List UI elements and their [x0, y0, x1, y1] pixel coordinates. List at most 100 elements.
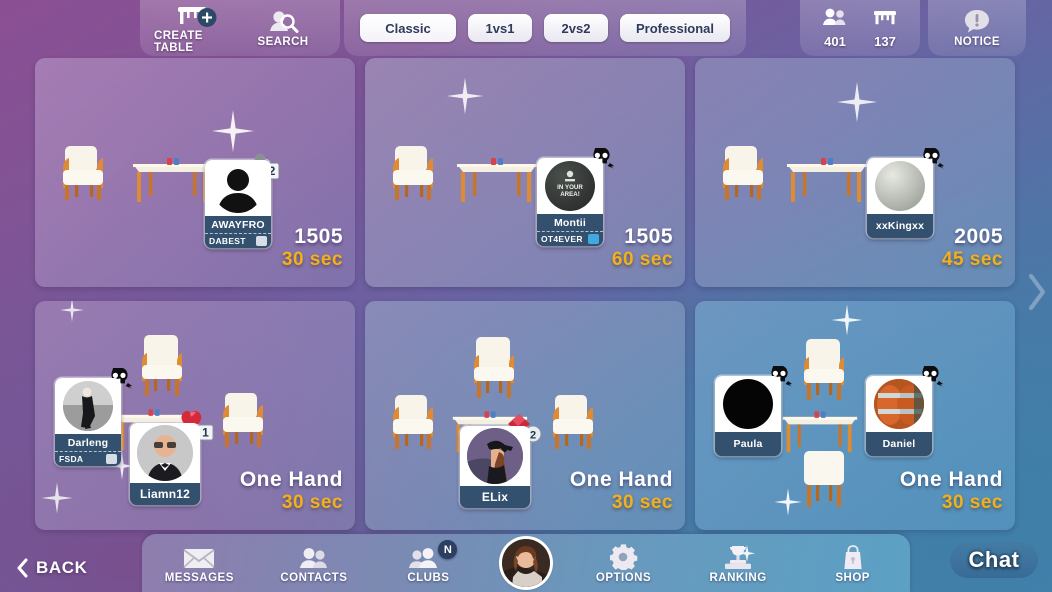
seat-inner: Daniel: [866, 376, 932, 456]
nav-item-clubs[interactable]: N CLUBS: [376, 534, 480, 592]
search-button[interactable]: SEARCH: [240, 0, 326, 56]
player-name: Darleng: [55, 434, 121, 451]
avatar: [55, 378, 121, 434]
club-emblem-icon: [588, 234, 599, 244]
create-table-label: CREATE TABLE: [154, 29, 203, 54]
avatar: IN YOUR AREA!: [537, 158, 603, 214]
table-timer: 30 sec: [941, 492, 1003, 513]
player-name: Liamn12: [130, 483, 200, 505]
seat-inner: Darleng FSDA: [55, 378, 121, 466]
table-card[interactable]: IN YOUR AREA! Montii OT4EVER 1505 60 sec: [365, 58, 685, 287]
table-card[interactable]: 2 ELix One Hand 30 sec: [365, 301, 685, 530]
bottom-nav-bar: MESSAGES CONTACTS N CLUBS OPTIONS RANKIN…: [142, 534, 910, 592]
player-club: FSDA: [59, 454, 84, 464]
player-name: Montii: [537, 214, 603, 231]
svg-text:1: 1: [202, 425, 209, 439]
chevron-right-icon[interactable]: [1026, 272, 1048, 312]
table-card[interactable]: Darleng FSDA 1 Liamn12 One Hand 30 sec: [35, 301, 355, 530]
table-stakes: 1505: [294, 225, 343, 248]
nav-label: CLUBS: [407, 572, 450, 584]
sparkle-icon: [446, 77, 484, 115]
nav-item-options[interactable]: OPTIONS: [572, 534, 676, 592]
create-table-button[interactable]: CREATE TABLE: [154, 0, 240, 56]
chair-icon: [723, 146, 763, 200]
player-seat[interactable]: Paula: [715, 366, 792, 456]
podium-icon: [721, 542, 756, 570]
tables-open-counter[interactable]: 137: [860, 0, 910, 56]
player-seat[interactable]: Darleng FSDA: [55, 368, 132, 466]
players-online-value: 401: [824, 34, 846, 49]
club-emblem-icon: [256, 236, 267, 246]
player-seat[interactable]: IN YOUR AREA! Montii OT4EVER: [537, 148, 614, 246]
player-club-row: OT4EVER: [537, 231, 603, 246]
chat-label: Chat: [968, 547, 1020, 572]
back-label: BACK: [36, 558, 88, 577]
nav-item-shop[interactable]: SHOP: [801, 534, 905, 592]
player-seat[interactable]: 2 AWAYFRO DABEST: [205, 153, 280, 248]
poker-table-icon: [787, 158, 867, 202]
table-stakes: 2005: [954, 225, 1003, 248]
profile-avatar[interactable]: [501, 539, 550, 587]
player-name: AWAYFRO: [205, 216, 271, 233]
filter-classic[interactable]: Classic: [360, 14, 456, 42]
sparkle-icon: [60, 301, 84, 322]
nav-label: CONTACTS: [280, 572, 348, 584]
poker-table-icon: [782, 411, 858, 453]
game-lobby-screen: CREATE TABLE SEARCH Classic 1vs1 2vs2 Pr…: [0, 0, 1052, 592]
player-club: DABEST: [209, 236, 246, 246]
filter-professional[interactable]: Professional: [620, 14, 731, 42]
seat-inner: Liamn12: [130, 423, 200, 505]
table-stakes: One Hand: [899, 468, 1003, 491]
table-timer: 30 sec: [281, 249, 343, 270]
seat-inner: IN YOUR AREA! Montii OT4EVER: [537, 158, 603, 246]
notice-button[interactable]: NOTICE: [934, 0, 1020, 56]
table-timer: 30 sec: [611, 492, 673, 513]
players-online-counter[interactable]: 401: [810, 0, 860, 56]
gear-icon: [609, 542, 638, 570]
table-card[interactable]: Paula Daniel One Hand 30 sec: [695, 301, 1015, 530]
chair-icon: [393, 146, 433, 200]
notice-label: NOTICE: [954, 35, 1000, 48]
filter-2vs2[interactable]: 2vs2: [544, 14, 608, 42]
player-club-row: DABEST: [205, 233, 271, 248]
contacts-icon: [297, 542, 331, 570]
nav-label: SHOP: [835, 572, 870, 584]
search-label: SEARCH: [257, 35, 309, 48]
avatar: [130, 423, 200, 483]
chair-icon: [142, 335, 182, 396]
table-card[interactable]: 2 AWAYFRO DABEST 1505 30 sec: [35, 58, 355, 287]
nav-label: RANKING: [709, 572, 767, 584]
nav-item-messages[interactable]: MESSAGES: [147, 534, 251, 592]
club-emblem-icon: [106, 454, 117, 464]
player-seat[interactable]: Daniel: [866, 366, 943, 456]
player-name: Daniel: [866, 432, 932, 456]
sparkle-icon: [41, 482, 73, 514]
top-actions-group: CREATE TABLE SEARCH: [140, 0, 340, 56]
player-seat[interactable]: 1 Liamn12: [130, 410, 214, 505]
seat-inner: ELix: [460, 426, 530, 508]
player-name: ELix: [460, 486, 530, 508]
player-name: xxKingxx: [867, 214, 933, 238]
svg-text:IN YOUR: IN YOUR: [557, 184, 583, 191]
players-icon: [821, 7, 849, 32]
nav-item-contacts[interactable]: CONTACTS: [262, 534, 366, 592]
back-button[interactable]: BACK: [16, 558, 88, 578]
chat-button[interactable]: Chat: [950, 542, 1038, 578]
avatar: [460, 426, 530, 486]
game-mode-filters: Classic 1vs1 2vs2 Professional: [344, 0, 747, 56]
table-card[interactable]: xxKingxx 2005 45 sec: [695, 58, 1015, 287]
filter-1vs1[interactable]: 1vs1: [468, 14, 532, 42]
chevron-left-icon: [17, 558, 28, 578]
table-timer: 30 sec: [281, 492, 343, 513]
player-seat[interactable]: 2 ELix: [460, 414, 542, 508]
nav-item-ranking[interactable]: RANKING: [686, 534, 790, 592]
seat-inner: AWAYFRO DABEST: [205, 160, 271, 248]
player-club: OT4EVER: [541, 234, 583, 244]
shopping-bag-icon: [840, 542, 866, 570]
tables-grid: 2 AWAYFRO DABEST 1505 30 sec IN YOUR ARE…: [35, 58, 1020, 530]
chair-icon: [223, 393, 263, 447]
player-seat[interactable]: xxKingxx: [867, 148, 944, 238]
nav-label: MESSAGES: [164, 572, 234, 584]
profile-button[interactable]: [491, 534, 561, 592]
tables-icon: [871, 7, 899, 32]
